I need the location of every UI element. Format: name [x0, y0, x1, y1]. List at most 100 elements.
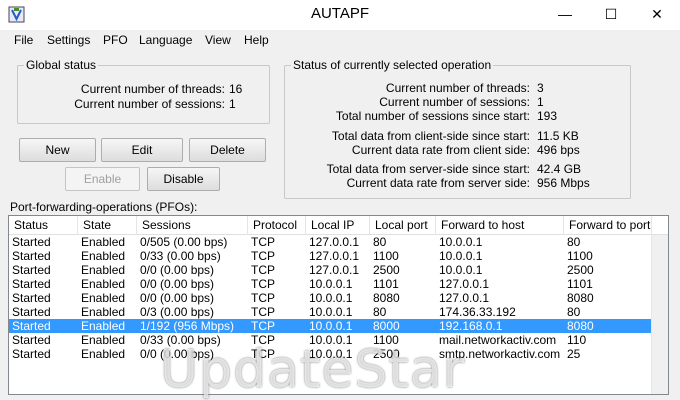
table-row[interactable]: Started Enabled 0/0 (0.00 bps) TCP 10.0.0.1 8… — [9, 291, 652, 305]
menu-help[interactable]: Help — [244, 33, 269, 47]
table-cell: 1100 — [567, 249, 593, 263]
column-header-sessions[interactable]: Sessions — [137, 216, 248, 235]
table-row[interactable]: Started Enabled 0/505 (0.00 bps) TCP 127.0.0… — [9, 235, 652, 249]
table-cell: Enabled — [81, 333, 126, 347]
table-cell: Enabled — [81, 249, 126, 263]
table-cell: 80 — [373, 305, 387, 319]
table-cell: TCP — [251, 249, 275, 263]
table-cell: 80 — [373, 235, 387, 249]
op-sessions-label: Current number of sessions: — [379, 95, 530, 109]
table-cell: Started — [12, 319, 51, 333]
minimize-button[interactable]: — — [542, 0, 588, 28]
table-cell: 1101 — [373, 277, 399, 291]
table-cell: 1/192 (956 Mbps) — [140, 319, 235, 333]
op-server-rate-label: Current data rate from server side: — [346, 176, 530, 190]
table-cell: Enabled — [81, 347, 126, 361]
close-icon: ✕ — [651, 5, 663, 22]
table-cell: TCP — [251, 291, 275, 305]
op-threads-label: Current number of threads: — [385, 81, 530, 95]
op-client-rate-value: 496 bps — [537, 143, 580, 157]
table-cell: 0/505 (0.00 bps) — [140, 235, 228, 249]
column-header-status[interactable]: Status — [9, 216, 78, 235]
table-row[interactable]: Started Enabled 0/0 (0.00 bps) TCP 127.0.0.1… — [9, 263, 652, 277]
table-cell: Started — [12, 333, 51, 347]
table-cell: Enabled — [81, 319, 126, 333]
op-total-sessions-value: 193 — [537, 109, 558, 123]
table-cell: 10.0.0.1 — [439, 235, 483, 249]
menu-language[interactable]: Language — [139, 33, 192, 47]
op-server-rate-value: 956 Mbps — [537, 176, 590, 190]
table-cell: TCP — [251, 319, 275, 333]
table-cell: Enabled — [81, 263, 126, 277]
global-threads-label: Current number of threads: — [80, 82, 225, 96]
global-sessions-value: 1 — [229, 97, 236, 111]
table-cell: 1101 — [567, 277, 593, 291]
op-server-total-value: 42.4 GB — [537, 162, 582, 176]
global-status-legend: Global status — [26, 58, 97, 72]
table-cell: 8080 — [567, 291, 594, 305]
table-cell: 127.0.0.1 — [439, 277, 490, 291]
disable-button[interactable]: Disable — [147, 167, 220, 191]
column-header-state[interactable]: State — [78, 216, 137, 235]
table-cell: TCP — [251, 263, 275, 277]
table-cell: TCP — [251, 277, 275, 291]
table-cell: Started — [12, 235, 51, 249]
table-cell: 0/0 (0.00 bps) — [140, 277, 215, 291]
table-cell: 8080 — [373, 291, 400, 305]
menu-file[interactable]: File — [14, 33, 33, 47]
table-cell: Started — [12, 277, 51, 291]
table-row[interactable]: Started Enabled 0/33 (0.00 bps) TCP 127.0.0.… — [9, 249, 652, 263]
global-sessions-label: Current number of sessions: — [74, 97, 225, 111]
op-client-total-label: Total data from client-side since start: — [331, 129, 530, 143]
table-cell: 1100 — [373, 249, 399, 263]
op-sessions-value: 1 — [537, 95, 544, 109]
table-cell: Enabled — [81, 291, 126, 305]
maximize-button[interactable]: ☐ — [588, 0, 634, 28]
delete-button[interactable]: Delete — [189, 138, 266, 162]
op-total-sessions-label: Total number of sessions since start: — [335, 109, 530, 123]
table-cell: Started — [12, 263, 51, 277]
column-header-local-ip[interactable]: Local IP — [306, 216, 370, 235]
table-cell: 0/0 (0.00 bps) — [140, 263, 215, 277]
table-cell: 10.0.0.1 — [309, 319, 353, 333]
table-cell: 127.0.0.1 — [309, 235, 360, 249]
global-threads-value: 16 — [229, 82, 243, 96]
menu-pfo[interactable]: PFO — [103, 33, 128, 47]
title-bar[interactable]: AUTAPF — ☐ ✕ — [0, 0, 680, 30]
menu-view[interactable]: View — [205, 33, 231, 47]
column-header-protocol[interactable]: Protocol — [248, 216, 306, 235]
table-cell: 8000 — [373, 319, 400, 333]
table-cell: Started — [12, 305, 51, 319]
table-cell: Started — [12, 249, 51, 263]
table-cell: 10.0.0.1 — [309, 305, 353, 319]
table-cell: 10.0.0.1 — [309, 277, 353, 291]
table-row[interactable]: Started Enabled 0/3 (0.00 bps) TCP 10.0.0.1 8… — [9, 305, 652, 319]
op-client-total-value: 11.5 KB — [537, 129, 579, 143]
table-cell: 8080 — [567, 319, 594, 333]
column-header-forward-port[interactable]: Forward to port — [564, 216, 652, 235]
table-cell: Enabled — [81, 277, 126, 291]
table-row[interactable]: Started Enabled 0/0 (0.00 bps) TCP 10.0.0.1 1… — [9, 277, 652, 291]
table-cell: 127.0.0.1 — [439, 291, 490, 305]
table-cell: TCP — [251, 305, 275, 319]
table-cell: Started — [12, 291, 51, 305]
column-header-forward-host[interactable]: Forward to host — [436, 216, 564, 235]
table-cell: 192.168.0.1 — [439, 319, 503, 333]
table-cell: 80 — [567, 235, 581, 249]
close-button[interactable]: ✕ — [634, 0, 680, 28]
column-header-local-port[interactable]: Local port — [370, 216, 436, 235]
table-cell: 0/33 (0.00 bps) — [140, 249, 221, 263]
table-row[interactable]: Started Enabled 1/192 (956 Mbps) TCP 10.0.0.… — [9, 319, 652, 333]
table-cell: 127.0.0.1 — [309, 263, 360, 277]
table-cell: Enabled — [81, 305, 126, 319]
new-button[interactable]: New — [19, 138, 96, 162]
table-cell: 10.0.0.1 — [439, 249, 483, 263]
pfo-table-header: Status State Sessions Protocol Local IP … — [9, 216, 668, 235]
enable-button[interactable]: Enable — [65, 167, 140, 191]
menu-settings[interactable]: Settings — [47, 33, 90, 47]
op-client-rate-label: Current data rate from client side: — [351, 143, 530, 157]
edit-button[interactable]: Edit — [101, 138, 183, 162]
operation-status-legend: Status of currently selected operation — [293, 58, 492, 72]
op-threads-value: 3 — [537, 81, 544, 95]
minimize-icon: — — [558, 6, 572, 22]
